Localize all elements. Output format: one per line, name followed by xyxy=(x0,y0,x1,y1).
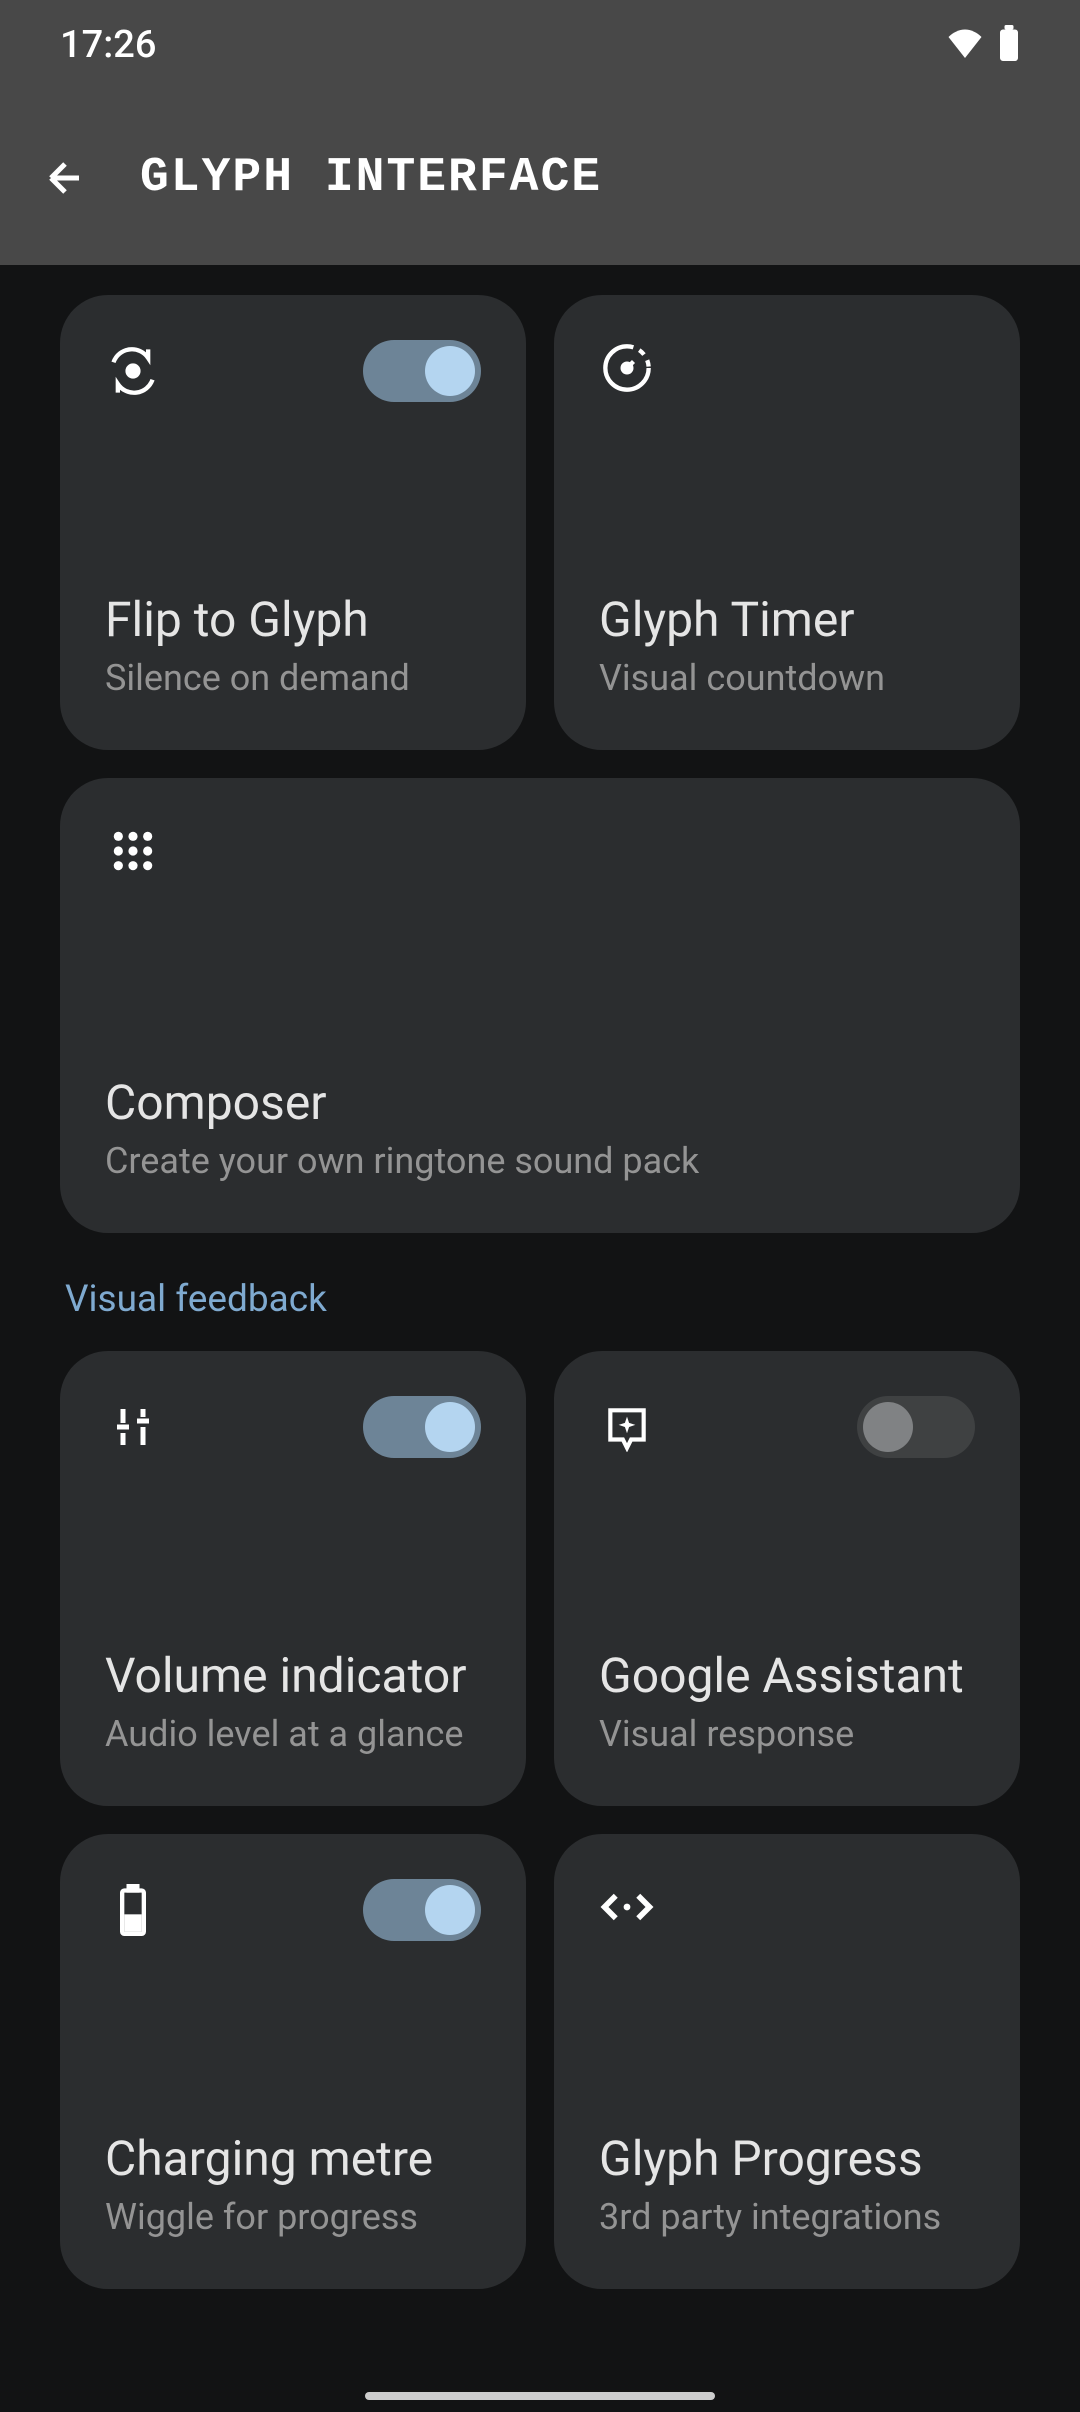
sliders-icon xyxy=(105,1400,160,1455)
glyph-progress-card[interactable]: Glyph Progress 3rd party integrations xyxy=(554,1834,1020,2289)
nav-indicator[interactable] xyxy=(365,2392,715,2400)
volume-indicator-toggle[interactable] xyxy=(363,1396,481,1458)
timer-icon xyxy=(599,340,654,395)
card-subtitle: Wiggle for progress xyxy=(105,2196,481,2239)
composer-card[interactable]: Composer Create your own ringtone sound … xyxy=(60,778,1020,1233)
card-subtitle: Visual response xyxy=(599,1713,975,1756)
back-button[interactable] xyxy=(40,153,90,203)
content-area: Flip to Glyph Silence on demand Glyph Ti… xyxy=(0,265,1080,2347)
battery-icon xyxy=(998,25,1020,65)
page-title: GLYPH INTERFACE xyxy=(140,151,602,205)
flip-to-glyph-toggle[interactable] xyxy=(363,340,481,402)
section-header-visual-feedback: Visual feedback xyxy=(60,1278,1020,1321)
google-assistant-card[interactable]: Google Assistant Visual response xyxy=(554,1351,1020,1806)
card-subtitle: Visual countdown xyxy=(599,657,975,700)
app-header: GLYPH INTERFACE xyxy=(0,90,1080,265)
assistant-sparkle-icon xyxy=(599,1400,654,1455)
card-title: Volume indicator xyxy=(105,1647,481,1705)
card-title: Glyph Progress xyxy=(599,2130,975,2188)
flip-glyph-icon xyxy=(105,344,160,399)
card-title: Flip to Glyph xyxy=(105,591,481,649)
card-title: Composer xyxy=(105,1074,975,1132)
status-time: 17:26 xyxy=(60,23,156,67)
card-title: Charging metre xyxy=(105,2130,481,2188)
charging-metre-card[interactable]: Charging metre Wiggle for progress xyxy=(60,1834,526,2289)
wifi-icon xyxy=(947,28,983,62)
card-subtitle: 3rd party integrations xyxy=(599,2196,975,2239)
status-bar: 17:26 xyxy=(0,0,1080,90)
battery-icon xyxy=(105,1883,160,1938)
google-assistant-toggle[interactable] xyxy=(857,1396,975,1458)
card-title: Glyph Timer xyxy=(599,591,975,649)
volume-indicator-card[interactable]: Volume indicator Audio level at a glance xyxy=(60,1351,526,1806)
card-title: Google Assistant xyxy=(599,1647,975,1705)
flip-to-glyph-card[interactable]: Flip to Glyph Silence on demand xyxy=(60,295,526,750)
composer-grid-icon xyxy=(105,823,160,878)
glyph-timer-card[interactable]: Glyph Timer Visual countdown xyxy=(554,295,1020,750)
charging-metre-toggle[interactable] xyxy=(363,1879,481,1941)
card-subtitle: Create your own ringtone sound pack xyxy=(105,1140,975,1183)
card-subtitle: Silence on demand xyxy=(105,657,481,700)
status-icons xyxy=(947,25,1020,65)
code-brackets-icon xyxy=(599,1879,654,1934)
card-subtitle: Audio level at a glance xyxy=(105,1713,481,1756)
